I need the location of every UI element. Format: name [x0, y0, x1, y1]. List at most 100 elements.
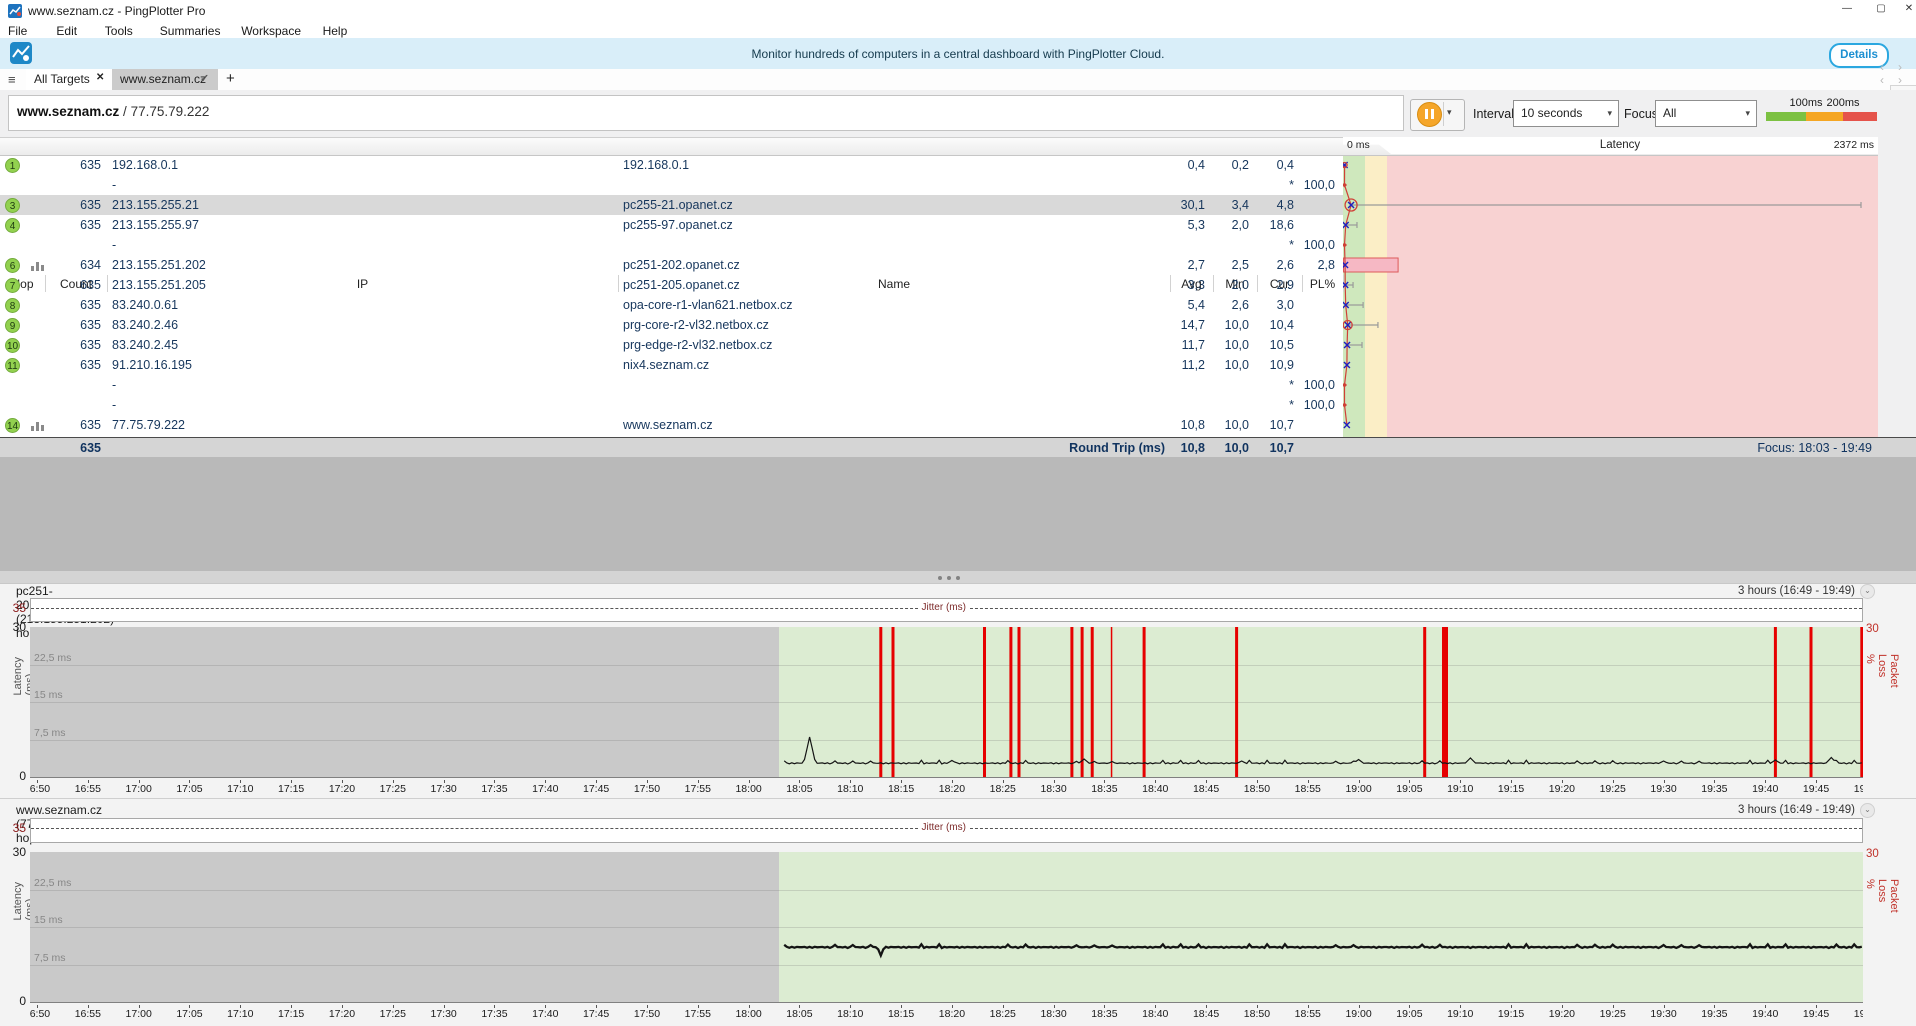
x-tick-label: 17:45 [578, 1008, 614, 1020]
menu-item-tools[interactable]: Tools [105, 24, 133, 38]
x-tick-label: 19:10 [1442, 783, 1478, 795]
focus-select[interactable]: All ▾ [1655, 100, 1757, 127]
table-row[interactable]: 7635213.155.251.205pc251-205.opanet.cz3,… [0, 275, 1343, 295]
x-tick-mark [1257, 780, 1258, 783]
tab-menu-icon[interactable]: ≡ [8, 72, 16, 87]
x-tick-mark [1664, 1005, 1665, 1008]
cell-cur: 0,4 [1249, 158, 1294, 172]
cell-min: 0,2 [1205, 158, 1249, 172]
timeline-plot-svg [30, 627, 1863, 777]
table-row[interactable]: -*100,0 [0, 375, 1343, 395]
missing-sample-marker [1343, 383, 1347, 388]
x-tick-mark [545, 780, 546, 783]
app-icon [8, 4, 22, 18]
cell-avg: 30,1 [1162, 198, 1205, 212]
table-row[interactable]: 963583.240.2.46prg-core-r2-vl32.netbox.c… [0, 315, 1343, 335]
table-row[interactable]: 1063583.240.2.45prg-edge-r2-vl32.netbox.… [0, 335, 1343, 355]
x-tick-label: 19:40 [1747, 1008, 1783, 1020]
table-row[interactable]: 4635213.155.255.97pc255-97.opanet.cz5,32… [0, 215, 1343, 235]
packet-loss-event [1810, 627, 1813, 777]
cell-cur: 18,6 [1249, 218, 1294, 232]
x-tick-label: 16:50 [30, 783, 55, 795]
packet-loss-event [1442, 627, 1448, 777]
table-row[interactable]: 1463577.75.79.222www.seznam.cz10,810,010… [0, 415, 1343, 435]
menu-item-file[interactable]: File [8, 24, 27, 38]
cell-avg: 11,7 [1162, 338, 1205, 352]
x-tick-mark [1155, 1005, 1156, 1008]
pause-button[interactable] [1417, 102, 1442, 127]
x-tick-label: 19:20 [1544, 783, 1580, 795]
x-tick-label: 18:50 [1239, 783, 1275, 795]
packet-loss-event [1070, 627, 1073, 777]
x-tick-label: 17:10 [222, 1008, 258, 1020]
cell-ip: 77.75.79.222 [112, 418, 185, 432]
hop-number-badge: 14 [5, 418, 20, 433]
target-address-box[interactable] [8, 95, 1404, 131]
x-tick-mark [494, 1005, 495, 1008]
table-row[interactable]: 6634213.155.251.202pc251-202.opanet.cz2,… [0, 255, 1343, 275]
plot-area[interactable]: 22,5 ms15 ms7,5 ms [30, 852, 1863, 1003]
divider [1443, 102, 1444, 126]
table-row[interactable]: 863583.240.0.61opa-core-r1-vlan621.netbo… [0, 295, 1343, 315]
x-tick-mark [1308, 1005, 1309, 1008]
interval-select[interactable]: 10 seconds ▾ [1513, 100, 1619, 127]
x-tick-mark [88, 1005, 89, 1008]
packet-loss-event [1111, 627, 1113, 777]
jitter-band: Jitter (ms) [30, 598, 1863, 622]
pane-scroll-left-icon[interactable]: ‹ [1880, 73, 1884, 87]
splitter-grip-icon [947, 576, 951, 580]
x-tick-mark [1409, 780, 1410, 783]
latency-line [784, 944, 1862, 955]
tab-bar [0, 69, 1916, 90]
x-tick-label: 17:20 [324, 783, 360, 795]
x-tick-label: 17:00 [121, 783, 157, 795]
new-tab-button[interactable]: + [226, 70, 235, 87]
pause-icon [1425, 109, 1428, 119]
pause-icon [1431, 109, 1434, 119]
x-tick-mark [444, 780, 445, 783]
chevron-down-icon: ▾ [1745, 101, 1750, 126]
x-tick-mark [1359, 780, 1360, 783]
menu-item-help[interactable]: Help [323, 24, 348, 38]
table-row[interactable]: -*100,0 [0, 175, 1343, 195]
maximize-button[interactable]: ▢ [1870, 1, 1892, 17]
table-row[interactable]: 1163591.210.16.195nix4.seznam.cz11,210,0… [0, 355, 1343, 375]
x-tick-label: 19:05 [1391, 1008, 1427, 1020]
target-address: www.seznam.cz / 77.75.79.222 [17, 104, 209, 119]
target-separator: / [119, 104, 130, 119]
x-tick-label: 17:40 [527, 1008, 563, 1020]
x-tick-label: 18:35 [1086, 783, 1122, 795]
chevron-down-icon[interactable]: ⌄ [1860, 803, 1875, 818]
menu-item-workspace[interactable]: Workspace [241, 24, 301, 38]
x-tick-label: 19:10 [1442, 1008, 1478, 1020]
table-row[interactable]: 3635213.155.255.21pc255-21.opanet.cz30,1… [0, 195, 1343, 215]
tab-close-icon[interactable]: ✕ [96, 72, 104, 83]
x-tick-mark [342, 1005, 343, 1008]
menu-item-summaries[interactable]: Summaries [160, 24, 221, 38]
minimize-button[interactable]: — [1836, 1, 1858, 17]
table-row[interactable]: -*100,0 [0, 235, 1343, 255]
tab-scroll-right-icon[interactable]: › [1898, 60, 1902, 74]
x-tick-mark [139, 780, 140, 783]
table-row[interactable]: -*100,0 [0, 395, 1343, 415]
target-ip: 77.75.79.222 [131, 104, 210, 119]
x-tick-label: 19:30 [1646, 783, 1682, 795]
x-tick-mark [1816, 1005, 1817, 1008]
x-tick-label: 18:20 [934, 783, 970, 795]
menu-item-edit[interactable]: Edit [56, 24, 77, 38]
x-tick-mark [952, 1005, 953, 1008]
time-range-selector[interactable]: 3 hours (16:49 - 19:49) [1600, 804, 1855, 816]
time-range-selector[interactable]: 3 hours (16:49 - 19:49) [1600, 585, 1855, 597]
cell-min: 10,0 [1205, 418, 1249, 432]
table-row[interactable]: 1635192.168.0.1192.168.0.10,40,20,4 [0, 155, 1343, 175]
chevron-down-icon[interactable]: ⌄ [1860, 584, 1875, 599]
latency-trace-plot [1343, 155, 1878, 437]
tab-scroll-left-icon[interactable]: ‹ [1880, 60, 1884, 74]
close-button[interactable]: ✕ [1898, 1, 1916, 17]
plot-area[interactable]: 22,5 ms15 ms7,5 ms [30, 627, 1863, 778]
graph-shown-icon [31, 421, 45, 431]
x-tick-label: 17:35 [476, 1008, 512, 1020]
x-tick-mark [1206, 1005, 1207, 1008]
pause-dropdown-icon[interactable]: ▾ [1447, 107, 1452, 118]
x-tick-label: 18:10 [832, 1008, 868, 1020]
